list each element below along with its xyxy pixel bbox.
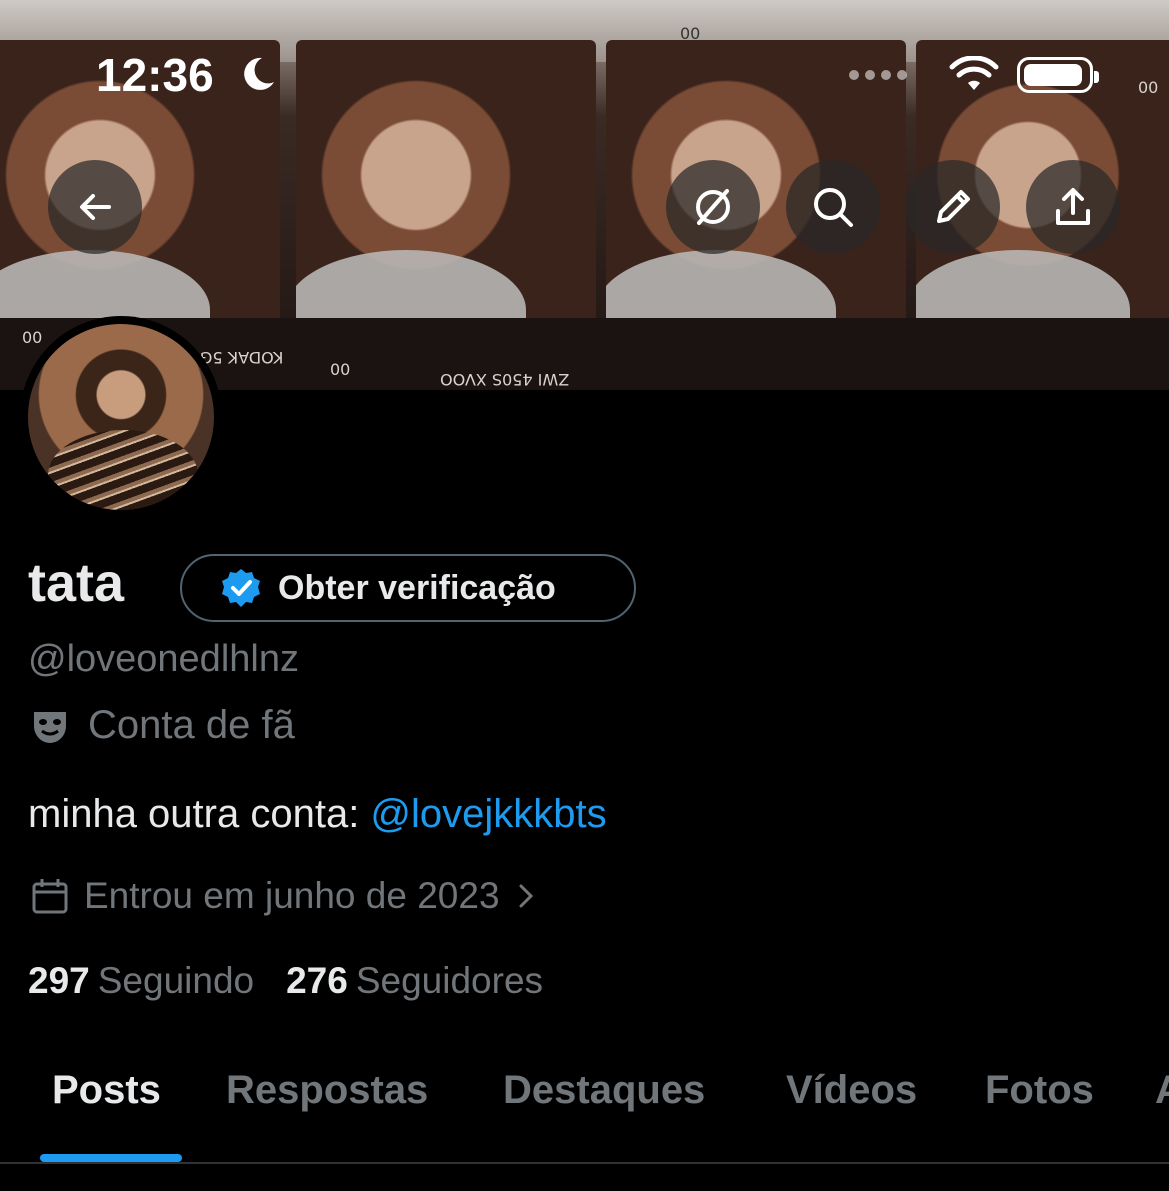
edit-button[interactable] bbox=[906, 160, 1000, 254]
search-button[interactable] bbox=[786, 160, 880, 254]
followers-label: Seguidores bbox=[355, 960, 544, 1001]
film-label: 00 bbox=[680, 24, 701, 43]
tab-replies[interactable]: Respostas bbox=[226, 1068, 428, 1113]
avatar-image bbox=[28, 324, 214, 510]
tab-more-cutoff[interactable]: A bbox=[1155, 1068, 1169, 1113]
grok-button[interactable] bbox=[666, 160, 760, 254]
search-icon bbox=[814, 188, 853, 227]
film-label: 00 bbox=[22, 328, 43, 347]
bio-mention-link[interactable]: @lovejkkkbts bbox=[370, 792, 606, 836]
following-stat[interactable]: 297 Seguindo bbox=[28, 960, 254, 1002]
profile-name: tata bbox=[28, 553, 125, 613]
back-arrow-icon bbox=[80, 194, 111, 220]
tab-posts[interactable]: Posts bbox=[52, 1068, 161, 1113]
back-button[interactable] bbox=[48, 160, 142, 254]
status-time: 12:36 bbox=[96, 49, 214, 101]
joined-date[interactable]: Entrou em junho de 2023 bbox=[30, 875, 538, 917]
profile-tabs: Posts Respostas Destaques Vídeos Fotos A bbox=[0, 1068, 1169, 1162]
pencil-icon bbox=[937, 190, 970, 223]
get-verified-label: Obter verificação bbox=[278, 568, 556, 607]
status-icons bbox=[849, 56, 1099, 94]
profile-category: Conta de fã bbox=[30, 703, 295, 748]
joined-label: Entrou em junho de 2023 bbox=[84, 875, 500, 916]
banner-photo-frame bbox=[296, 40, 596, 340]
film-label: ZWI 450S XVOO bbox=[440, 370, 570, 389]
following-count: 297 bbox=[28, 960, 90, 1001]
film-label: 00 bbox=[1138, 78, 1159, 97]
followers-count: 276 bbox=[286, 960, 348, 1001]
battery-icon bbox=[1017, 57, 1099, 93]
wifi-icon bbox=[949, 56, 999, 90]
category-label: Conta de fã bbox=[88, 703, 295, 747]
moon-icon bbox=[244, 57, 274, 90]
profile-handle: @loveonedlhlnz bbox=[28, 638, 299, 680]
tab-photos[interactable]: Fotos bbox=[985, 1068, 1094, 1113]
film-label: 00 bbox=[330, 360, 351, 379]
bio-text: minha outra conta: bbox=[28, 792, 371, 836]
active-tab-indicator bbox=[40, 1154, 182, 1162]
avatar[interactable] bbox=[20, 316, 222, 518]
share-icon bbox=[1056, 188, 1090, 225]
chevron-right-icon bbox=[519, 884, 533, 908]
share-button[interactable] bbox=[1026, 160, 1120, 254]
grok-icon bbox=[696, 189, 730, 225]
tab-highlights[interactable]: Destaques bbox=[503, 1068, 705, 1113]
theater-mask-icon bbox=[34, 711, 66, 743]
signal-dots-icon bbox=[849, 70, 907, 80]
tab-videos[interactable]: Vídeos bbox=[786, 1068, 917, 1113]
get-verified-button[interactable]: Obter verificação bbox=[180, 554, 636, 622]
following-label: Seguindo bbox=[97, 960, 255, 1001]
tabs-divider bbox=[0, 1162, 1169, 1164]
follow-stats: 297 Seguindo 276 Seguidores bbox=[28, 960, 543, 1002]
calendar-icon bbox=[32, 879, 68, 914]
film-label: KODAK 5G bbox=[200, 348, 284, 367]
followers-stat[interactable]: 276 Seguidores bbox=[286, 960, 543, 1002]
profile-bio: minha outra conta: @lovejkkkbts bbox=[28, 792, 607, 837]
verified-badge-icon bbox=[222, 569, 260, 607]
